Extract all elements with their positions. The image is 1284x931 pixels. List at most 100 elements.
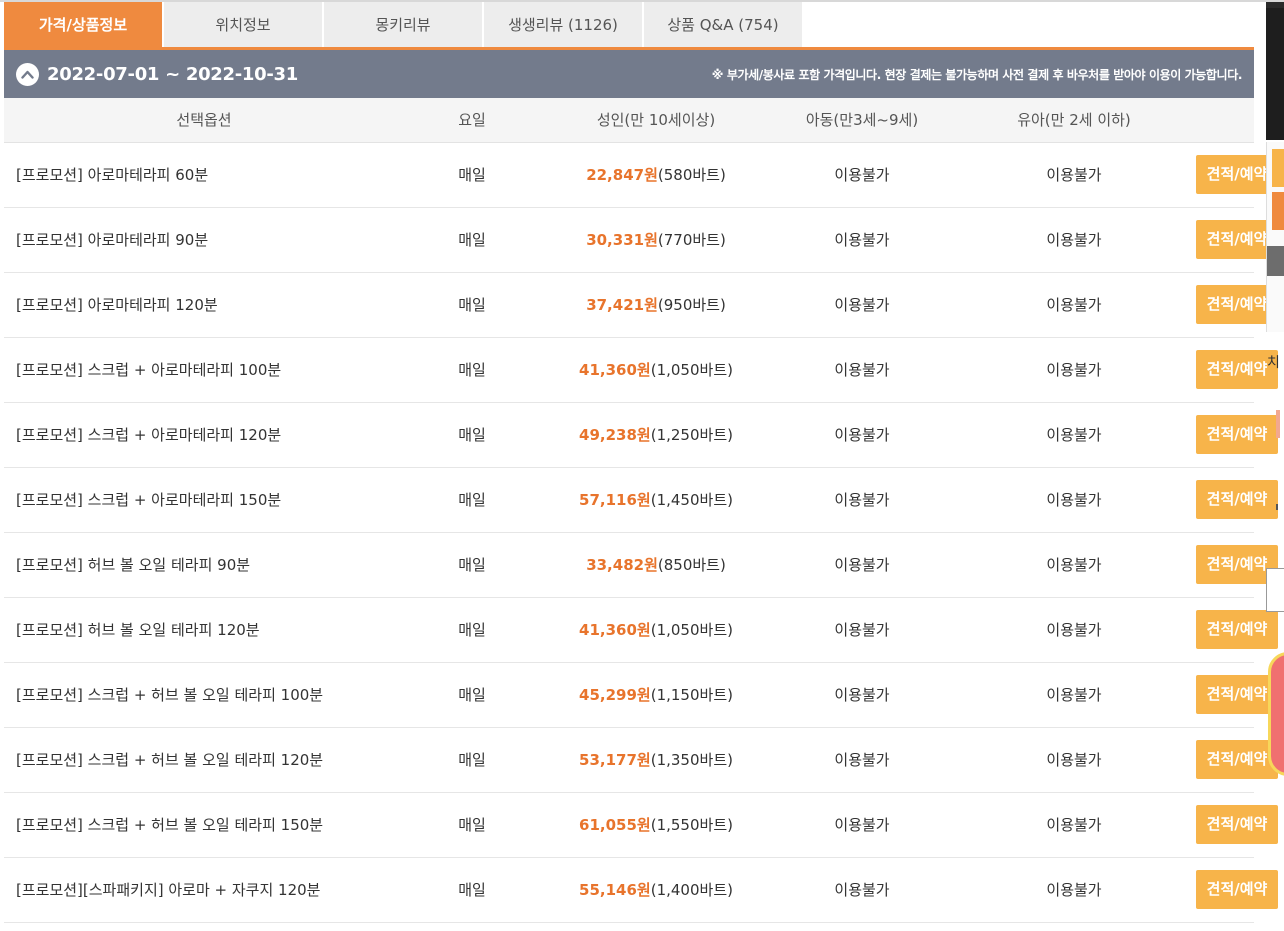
period-range: 2022-07-01 ~ 2022-10-31: [47, 63, 298, 85]
action-cell: 견적/예약: [1196, 467, 1278, 533]
price-baht: (1,550바트): [650, 816, 733, 834]
child-price-cell: 이용불가: [772, 402, 952, 468]
sidebar-input-box[interactable]: [1266, 568, 1284, 612]
child-price-cell: 이용불가: [772, 207, 952, 273]
action-cell: 견적/예약: [1196, 662, 1278, 728]
action-cell: 견적/예약: [1196, 792, 1278, 858]
adult-price-cell: 53,177원(1,350바트): [540, 727, 772, 793]
day-cell: 매일: [404, 142, 540, 208]
table-row: [프로모션][스파패키지] 아로마 + 자쿠지 120분 매일 55,146원(1,…: [4, 857, 1278, 923]
infant-price-cell: 이용불가: [952, 857, 1196, 923]
infant-price-cell: 이용불가: [952, 337, 1196, 403]
price-krw: 41,360원: [579, 621, 651, 639]
table-row: [프로모션] 허브 볼 오일 테라피 120분 매일 41,360원(1,050바트…: [4, 597, 1278, 663]
sidebar-orange-button[interactable]: [1272, 192, 1284, 230]
adult-price-cell: 49,238원(1,250바트): [540, 402, 772, 468]
action-cell: 견적/예약: [1196, 142, 1278, 208]
option-name: [프로모션] 허브 볼 오일 테라피 90분: [4, 532, 404, 598]
price-baht: (1,150바트): [650, 686, 733, 704]
child-price-cell: 이용불가: [772, 597, 952, 663]
price-baht: (580바트): [657, 166, 726, 184]
chevron-up-icon[interactable]: [16, 62, 39, 86]
child-price-cell: 이용불가: [772, 337, 952, 403]
sidebar-badge-icon[interactable]: [1268, 652, 1284, 776]
header-option: 선택옵션: [4, 98, 404, 143]
action-cell: 견적/예약: [1196, 402, 1278, 468]
option-name: [프로모션] 스크럽 + 아로마테라피 150분: [4, 467, 404, 533]
price-notice: ※ 부가세/봉사료 포함 가격입니다. 현장 결제는 불가능하며 사전 결제 후…: [711, 67, 1243, 82]
infant-price-cell: 이용불가: [952, 792, 1196, 858]
infant-price-cell: 이용불가: [952, 532, 1196, 598]
day-cell: 매일: [404, 532, 540, 598]
price-baht: (1,350바트): [650, 751, 733, 769]
infant-price-cell: 이용불가: [952, 402, 1196, 468]
price-baht: (770바트): [657, 231, 726, 249]
price-krw: 53,177원: [579, 751, 651, 769]
action-cell: 견적/예약: [1196, 532, 1278, 598]
table-row: [프로모션] 아로마테라피 120분 매일 37,421원(950바트) 이용불가 이용…: [4, 272, 1278, 338]
child-price-cell: 이용불가: [772, 467, 952, 533]
period-left: 2022-07-01 ~ 2022-10-31: [16, 62, 298, 86]
adult-price-cell: 37,421원(950바트): [540, 272, 772, 338]
day-cell: 매일: [404, 467, 540, 533]
day-cell: 매일: [404, 792, 540, 858]
sidebar-text: 치: [1267, 355, 1280, 371]
price-baht: (1,050바트): [650, 621, 733, 639]
child-price-cell: 이용불가: [772, 857, 952, 923]
header-action: [1196, 98, 1254, 143]
sidebar-red-mark: [1276, 410, 1280, 438]
price-krw: 41,360원: [579, 361, 651, 379]
option-name: [프로모션] 허브 볼 오일 테라피 120분: [4, 597, 404, 663]
action-cell: 견적/예약: [1196, 337, 1278, 403]
price-krw: 49,238원: [579, 426, 651, 444]
table-row: [프로모션] 스크럽 + 아로마테라피 150분 매일 57,116원(1,450바…: [4, 467, 1278, 533]
tab-3[interactable]: 생생리뷰 (1126): [484, 2, 642, 47]
price-table: 선택옵션 요일 성인(만 10세이상) 아동(만3세~9세) 유아(만 2세 이…: [4, 98, 1278, 923]
table-row: [프로모션] 스크럽 + 허브 볼 오일 테라피 100분 매일 45,299원(1…: [4, 662, 1278, 728]
option-name: [프로모션] 아로마테라피 120분: [4, 272, 404, 338]
price-krw: 55,146원: [579, 881, 651, 899]
price-krw: 61,055원: [579, 816, 651, 834]
day-cell: 매일: [404, 597, 540, 663]
price-baht: (950바트): [657, 296, 726, 314]
table-row: [프로모션] 스크럽 + 허브 볼 오일 테라피 120분 매일 53,177원(1…: [4, 727, 1278, 793]
option-name: [프로모션] 아로마테라피 60분: [4, 142, 404, 208]
table-row: [프로모션] 허브 볼 오일 테라피 90분 매일 33,482원(850바트) 이용…: [4, 532, 1278, 598]
price-baht: (1,050바트): [650, 361, 733, 379]
sidebar-yellow-button[interactable]: [1272, 149, 1284, 187]
sidebar-image: [1266, 8, 1284, 140]
option-name: [프로모션] 아로마테라피 90분: [4, 207, 404, 273]
child-price-cell: 이용불가: [772, 142, 952, 208]
option-name: [프로모션] 스크럽 + 허브 볼 오일 테라피 120분: [4, 727, 404, 793]
tab-bar: 가격/상품정보 위치정보 몽키리뷰 생생리뷰 (1126) 상품 Q&A (754): [4, 2, 1254, 50]
infant-price-cell: 이용불가: [952, 662, 1196, 728]
tab-4[interactable]: 상품 Q&A (754): [644, 2, 802, 47]
option-name: [프로모션] 스크럽 + 아로마테라피 120분: [4, 402, 404, 468]
child-price-cell: 이용불가: [772, 727, 952, 793]
adult-price-cell: 30,331원(770바트): [540, 207, 772, 273]
tab-0[interactable]: 가격/상품정보: [4, 2, 162, 47]
action-cell: 견적/예약: [1196, 272, 1278, 338]
action-cell: 견적/예약: [1196, 597, 1278, 663]
child-price-cell: 이용불가: [772, 272, 952, 338]
price-baht: (1,250바트): [650, 426, 733, 444]
price-krw: 33,482원: [586, 556, 658, 574]
adult-price-cell: 41,360원(1,050바트): [540, 597, 772, 663]
infant-price-cell: 이용불가: [952, 727, 1196, 793]
price-krw: 37,421원: [586, 296, 658, 314]
action-cell: 견적/예약: [1196, 727, 1278, 793]
child-price-cell: 이용불가: [772, 532, 952, 598]
sidebar-gray-button[interactable]: [1267, 246, 1284, 276]
price-baht: (850바트): [657, 556, 726, 574]
action-cell: 견적/예약: [1196, 207, 1278, 273]
tab-2[interactable]: 몽키리뷰: [324, 2, 482, 47]
day-cell: 매일: [404, 857, 540, 923]
price-krw: 45,299원: [579, 686, 651, 704]
table-row: [프로모션] 아로마테라피 60분 매일 22,847원(580바트) 이용불가 이용불…: [4, 142, 1278, 208]
child-price-cell: 이용불가: [772, 792, 952, 858]
tab-1[interactable]: 위치정보: [164, 2, 322, 47]
option-name: [프로모션] 스크럽 + 아로마테라피 100분: [4, 337, 404, 403]
child-price-cell: 이용불가: [772, 662, 952, 728]
product-detail: 가격/상품정보 위치정보 몽키리뷰 생생리뷰 (1126) 상품 Q&A (754) 2…: [4, 2, 1278, 923]
adult-price-cell: 55,146원(1,400바트): [540, 857, 772, 923]
